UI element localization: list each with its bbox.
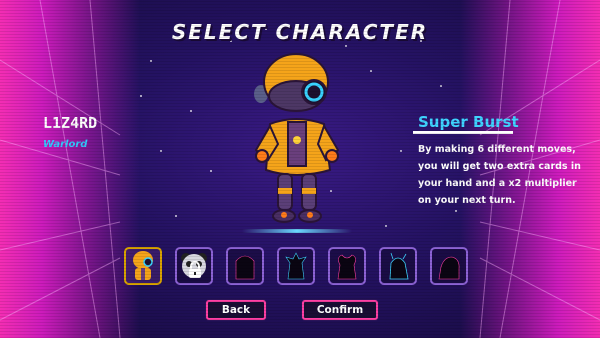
character-roster: [124, 247, 474, 285]
confirm-button[interactable]: Confirm: [302, 300, 378, 320]
ability-description-line: your hand and a x2 multiplier: [418, 178, 577, 189]
character-name: L1Z4RD: [43, 114, 98, 132]
robot-character-portrait: [254, 53, 340, 223]
neon-side-panel-left: [0, 0, 140, 338]
roster-slot-unknown[interactable]: [328, 247, 366, 285]
character-class: Warlord: [43, 139, 88, 150]
silhouette-icon: [438, 256, 460, 280]
character-select-screen: SELECT CHARACTER L1Z4RD Warlord Super Bu…: [0, 0, 600, 338]
ability-title-underline: [413, 131, 513, 134]
ability-title: Super Burst: [418, 113, 519, 131]
silhouette-icon: [235, 255, 255, 280]
roster-slot-robot[interactable]: [124, 247, 162, 285]
ability-description: By making 6 different moves, you will ge…: [418, 141, 590, 209]
ability-description-line: on your next turn.: [418, 195, 516, 206]
character-platform: [242, 229, 352, 233]
ability-description-line: By making 6 different moves,: [418, 144, 576, 155]
ability-description-line: you will get two extra cards in: [418, 161, 581, 172]
silhouette-icon: [285, 252, 307, 280]
roster-slot-unknown[interactable]: [277, 247, 315, 285]
roster-slot-unknown[interactable]: [430, 247, 468, 285]
robot-thumbnail-icon: [133, 251, 153, 280]
roster-slot-locked[interactable]: [175, 247, 213, 285]
silhouette-icon: [337, 254, 357, 280]
page-title: SELECT CHARACTER: [171, 20, 429, 44]
back-button[interactable]: Back: [206, 300, 266, 320]
silhouette-icon: [389, 252, 409, 280]
roster-slot-unknown[interactable]: [379, 247, 417, 285]
lock-icon: [189, 261, 201, 278]
roster-slot-unknown[interactable]: [226, 247, 264, 285]
